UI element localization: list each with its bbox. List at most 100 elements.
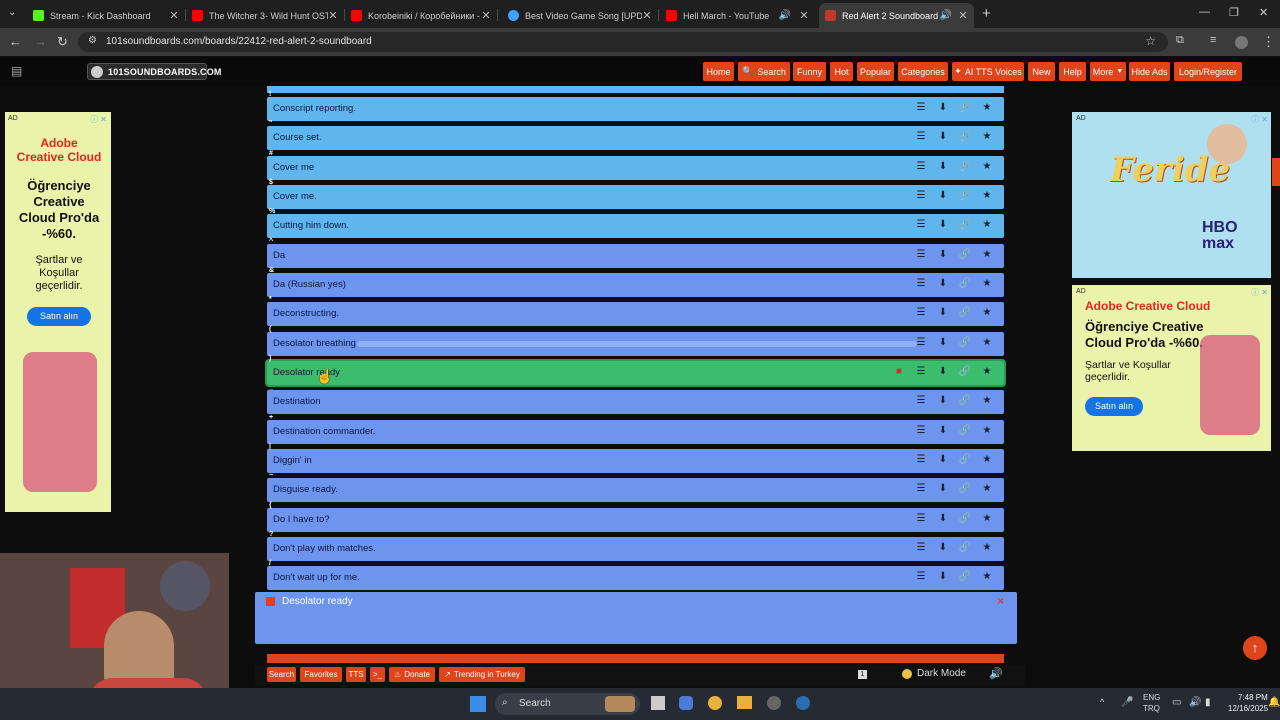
site-info-icon[interactable]: ⚙	[88, 35, 97, 46]
ad-info-icon[interactable]: ⓘ ✕	[1251, 114, 1268, 125]
dark-mode-toggle[interactable]: Dark Mode	[917, 668, 966, 679]
download-icon[interactable]: ⬇	[932, 102, 954, 113]
scroll-to-top-button[interactable]: ↑	[1243, 636, 1267, 660]
link-icon[interactable]: 🔗	[954, 249, 976, 260]
link-icon[interactable]: 🔗	[954, 131, 976, 142]
sound-label[interactable]: Desolator breathing	[273, 338, 356, 349]
close-tab-icon[interactable]: ✕	[328, 9, 338, 22]
reload-icon[interactable]: ↻	[57, 34, 68, 50]
clock-date[interactable]: 12/16/2025	[1228, 704, 1268, 713]
sound-row[interactable]: ( Desolator breathing ☰ ⬇ 🔗 ★	[267, 326, 1004, 356]
sound-row[interactable]: ^ Da ☰ ⬇ 🔗 ★	[267, 238, 1004, 268]
favorite-star-icon[interactable]: ★	[976, 161, 998, 172]
maximize-icon[interactable]: ❐	[1229, 6, 1239, 19]
bottom-favorites-button[interactable]: Favorites	[300, 667, 342, 682]
menu-icon[interactable]: ☰	[910, 249, 932, 260]
nav-help[interactable]: Help	[1059, 62, 1086, 81]
sound-label[interactable]: Da (Russian yes)	[273, 279, 346, 290]
sound-row[interactable]: ! Conscript reporting. ☰ ⬇ 🔗 ★	[267, 91, 1004, 121]
back-icon[interactable]: ←	[9, 34, 22, 49]
sound-label[interactable]: Destination commander.	[273, 426, 375, 437]
ad-cta-button[interactable]: Satın alın	[27, 307, 91, 326]
notification-bell-icon[interactable]: 🔔	[1268, 697, 1280, 708]
link-icon[interactable]: 🔗	[954, 219, 976, 230]
link-icon[interactable]: 🔗	[954, 395, 976, 406]
speaker-icon[interactable]: 🔊	[1189, 697, 1201, 708]
address-bar[interactable]: ⚙ 101soundboards.com/boards/22412-red-al…	[78, 32, 1168, 52]
favorite-star-icon[interactable]: ★	[976, 190, 998, 201]
chrome-icon[interactable]	[708, 696, 722, 710]
close-tab-icon[interactable]: ✕	[642, 9, 652, 22]
favorite-star-icon[interactable]: ★	[976, 483, 998, 494]
download-icon[interactable]: ⬇	[932, 513, 954, 524]
sound-label[interactable]: Cutting him down.	[273, 220, 349, 231]
nav-hide-ads[interactable]: Hide Ads	[1129, 62, 1170, 81]
sound-label[interactable]: Diggin' in	[273, 455, 312, 466]
audio-playing-icon[interactable]: 🔊	[940, 10, 952, 21]
network-icon[interactable]: ▭	[1172, 697, 1181, 708]
link-icon[interactable]: 🔗	[954, 513, 976, 524]
ad-right-top[interactable]: AD ⓘ ✕ Feride HBO max	[1072, 112, 1271, 278]
download-icon[interactable]: ⬇	[932, 571, 954, 582]
favorite-star-icon[interactable]: ★	[976, 102, 998, 113]
battery-icon[interactable]: ▮	[1205, 697, 1211, 708]
ad-cta-button[interactable]: Satın alın	[1085, 397, 1143, 416]
download-icon[interactable]: ⬇	[932, 131, 954, 142]
menu-icon[interactable]: ☰	[910, 513, 932, 524]
close-tab-icon[interactable]: ✕	[958, 9, 968, 22]
nav-funny[interactable]: Funny	[793, 62, 826, 81]
favorite-star-icon[interactable]: ★	[976, 131, 998, 142]
menu-icon[interactable]: ☰	[910, 278, 932, 289]
sound-row[interactable]: # Cover me ☰ ⬇ 🔗 ★	[267, 150, 1004, 180]
favorite-star-icon[interactable]: ★	[976, 278, 998, 289]
extensions-icon[interactable]: ⧉	[1176, 34, 1184, 47]
copilot-icon[interactable]	[679, 696, 693, 710]
ad-left[interactable]: AD ⓘ ✕ Adobe Creative Cloud Öğrenciye Cr…	[5, 112, 111, 512]
menu-icon[interactable]: ☰	[910, 366, 932, 377]
link-icon[interactable]: 🔗	[954, 425, 976, 436]
sound-label[interactable]: Destination	[273, 396, 321, 407]
sound-row[interactable]: % Cutting him down. ☰ ⬇ 🔗 ★	[267, 208, 1004, 238]
tab-kick-dashboard[interactable]: Stream - Kick Dashboard ✕	[27, 3, 185, 28]
tab-best-video-game-song[interactable]: Best Video Game Song [UPDAT ✕	[502, 3, 658, 28]
download-icon[interactable]: ⬇	[932, 425, 954, 436]
sound-label[interactable]: Don't wait up for me.	[273, 572, 360, 583]
download-icon[interactable]: ⬇	[932, 483, 954, 494]
download-icon[interactable]: ⬇	[932, 278, 954, 289]
nav-login-register[interactable]: Login/Register	[1174, 62, 1242, 81]
link-icon[interactable]: 🔗	[954, 190, 976, 201]
download-icon[interactable]: ⬇	[932, 249, 954, 260]
link-icon[interactable]: 🔗	[954, 366, 976, 377]
download-icon[interactable]: ⬇	[932, 395, 954, 406]
menu-icon[interactable]: ☰	[910, 102, 932, 113]
download-icon[interactable]: ⬇	[932, 307, 954, 318]
stop-icon[interactable]	[266, 597, 275, 606]
menu-icon[interactable]: ☰	[910, 454, 932, 465]
favorite-star-icon[interactable]: ★	[976, 542, 998, 553]
taskbar-search[interactable]: ⌕ Search	[495, 693, 640, 715]
download-icon[interactable]: ⬇	[932, 190, 954, 201]
sound-row[interactable]: / Don't wait up for me. ☰ ⬇ 🔗 ★	[267, 560, 1004, 590]
sound-row-playing[interactable]: ) Desolator ready ■ ☰ ⬇ 🔗 ★	[265, 355, 1006, 387]
link-icon[interactable]: 🔗	[954, 571, 976, 582]
favorite-star-icon[interactable]: ★	[976, 366, 998, 377]
sound-label[interactable]: Cover me	[273, 162, 314, 173]
minimize-icon[interactable]: —	[1199, 6, 1210, 18]
menu-icon[interactable]: ☰	[910, 161, 932, 172]
favorite-star-icon[interactable]: ★	[976, 513, 998, 524]
link-icon[interactable]: 🔗	[954, 542, 976, 553]
menu-icon[interactable]: ☰	[910, 131, 932, 142]
nav-more[interactable]: More ▼	[1090, 62, 1126, 81]
sound-label[interactable]: Cover me.	[273, 191, 317, 202]
favorite-star-icon[interactable]: ★	[976, 219, 998, 230]
menu-icon[interactable]: ☰	[910, 337, 932, 348]
download-icon[interactable]: ⬇	[932, 366, 954, 377]
menu-icon[interactable]: ☰	[910, 307, 932, 318]
close-tab-icon[interactable]: ✕	[481, 9, 491, 22]
tab-hell-march[interactable]: Hell March - YouTube 🔊 ✕	[660, 3, 815, 28]
task-view-icon[interactable]	[651, 696, 665, 710]
bookmark-star-icon[interactable]: ☆	[1145, 34, 1156, 48]
new-tab-button[interactable]: +	[982, 5, 991, 22]
favorite-star-icon[interactable]: ★	[976, 425, 998, 436]
download-icon[interactable]: ⬇	[932, 219, 954, 230]
